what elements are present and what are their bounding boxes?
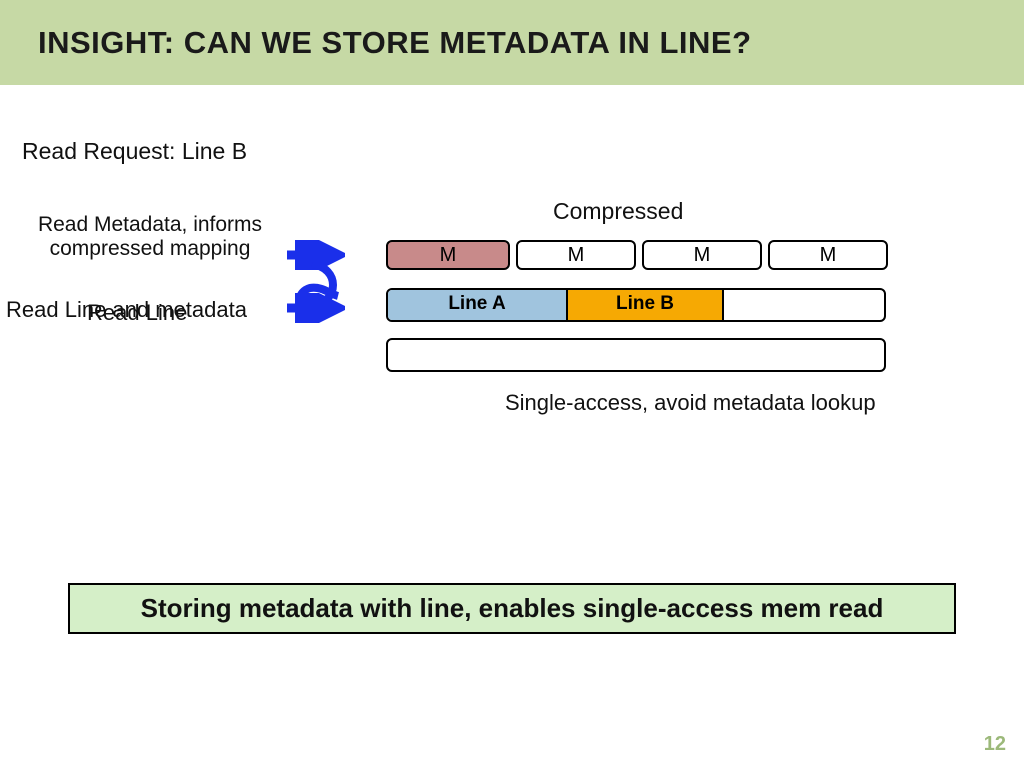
- conclusion-box: Storing metadata with line, enables sing…: [68, 583, 956, 634]
- page-title: INSIGHT: CAN WE STORE METADATA IN LINE?: [38, 25, 752, 61]
- conclusion-text: Storing metadata with line, enables sing…: [141, 593, 884, 623]
- meta-box-2: M: [642, 240, 762, 270]
- read-request-label: Read Request: Line B: [22, 138, 247, 165]
- meta-box-0: M: [386, 240, 510, 270]
- metadata-row: M M M M: [386, 240, 888, 270]
- compressed-label: Compressed: [553, 198, 683, 225]
- single-access-label: Single-access, avoid metadata lookup: [505, 390, 876, 416]
- page-number: 12: [984, 733, 1006, 756]
- arrow-to-line-icon: [285, 293, 345, 323]
- line-b-box: Line B: [568, 290, 724, 320]
- title-bar: INSIGHT: CAN WE STORE METADATA IN LINE?: [0, 0, 1024, 85]
- step-read-metadata: Read Metadata, informs compressed mappin…: [20, 213, 280, 261]
- meta-box-1: M: [516, 240, 636, 270]
- step-read-line: Read Line: [87, 300, 187, 325]
- line-row: Line A Line B: [386, 288, 886, 322]
- line-a-box: Line A: [388, 290, 568, 320]
- meta-box-3: M: [768, 240, 888, 270]
- empty-line-row: [386, 338, 886, 372]
